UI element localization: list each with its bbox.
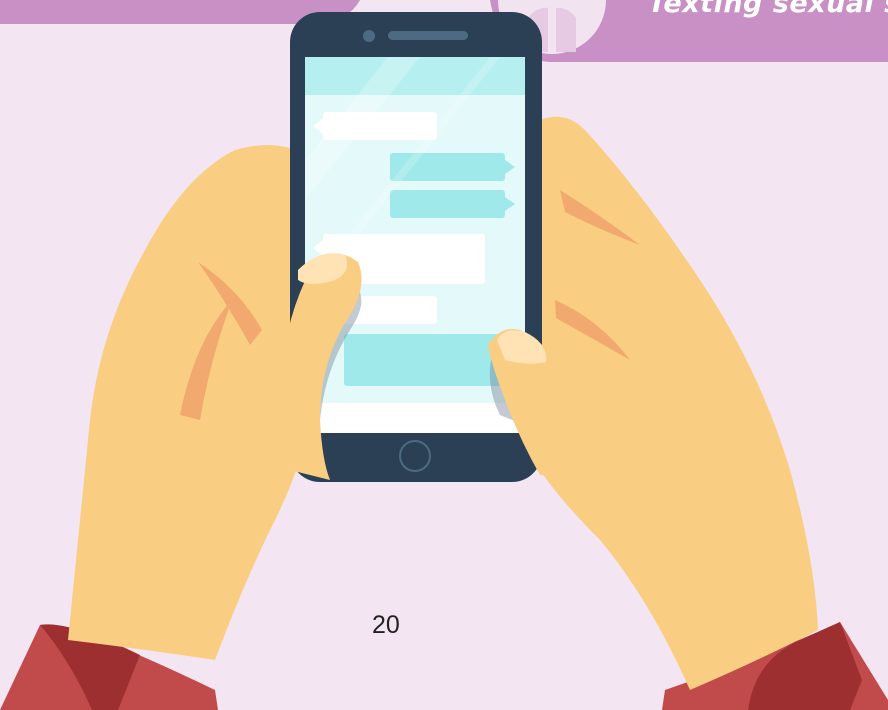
- illustration: [0, 0, 888, 710]
- page-number: 20: [372, 611, 400, 639]
- phone-speaker: [388, 31, 468, 40]
- chat-bubble-outgoing: [344, 334, 505, 386]
- screen-footer-bar: [305, 403, 525, 433]
- banner-heading: Texting sexual su: [648, 0, 888, 19]
- chat-bubble-outgoing: [390, 190, 515, 218]
- phone-camera: [363, 30, 375, 42]
- right-hand: [540, 116, 818, 690]
